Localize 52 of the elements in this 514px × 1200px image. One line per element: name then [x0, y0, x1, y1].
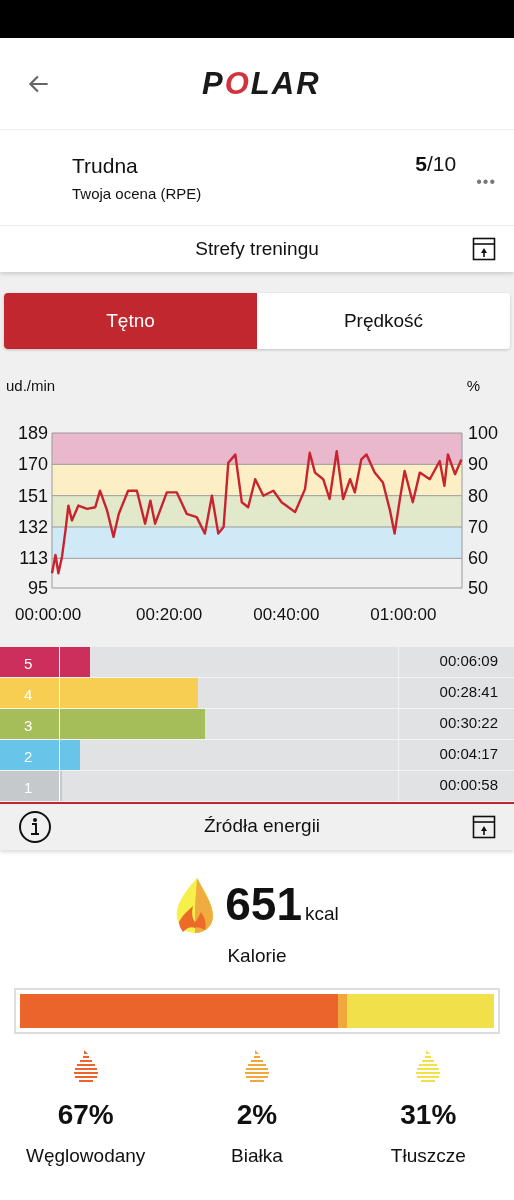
- percent-axis-label: 80: [468, 485, 489, 506]
- y-axis-label: 95: [27, 577, 48, 598]
- x-axis-label: 01:00:00: [370, 604, 437, 624]
- zone-number: 3: [24, 715, 33, 736]
- energy-percent: 31%: [400, 1098, 457, 1132]
- x-axis-label: 00:00:00: [15, 604, 82, 624]
- y-axis-label: 151: [17, 485, 48, 506]
- percent-axis-label: 90: [468, 453, 489, 474]
- rpe-title: Trudna: [72, 152, 139, 179]
- x-axis-label: 00:20:00: [136, 604, 203, 624]
- y-axis-label: 189: [17, 422, 48, 443]
- unit-label: %: [466, 376, 480, 396]
- tab[interactable]: Tętno: [4, 293, 257, 349]
- drop-icon: [245, 1048, 269, 1084]
- zone-number: 2: [24, 746, 33, 767]
- energy-source-label: Białka: [231, 1144, 283, 1168]
- calories-label: Kalorie: [227, 944, 287, 966]
- export-icon[interactable]: [472, 237, 496, 261]
- zone-duration: 00:04:17: [439, 744, 498, 765]
- zone-number: 1: [24, 777, 33, 798]
- calories-unit: kcal: [304, 901, 339, 926]
- y-axis-label: 132: [17, 516, 48, 537]
- x-axis-label: 00:40:00: [253, 604, 320, 624]
- zone-duration: 00:28:41: [439, 682, 498, 703]
- y-axis-label: 113: [19, 547, 48, 568]
- energy-source-label: Węglowodany: [26, 1144, 146, 1168]
- section-title: Źródła energii: [202, 814, 322, 839]
- unit-label: ud./min: [6, 376, 56, 396]
- percent-axis-label: 50: [468, 577, 489, 598]
- y-axis-label: 170: [17, 453, 48, 474]
- energy-source-label: Tłuszcze: [390, 1144, 466, 1168]
- rpe-subtitle: Twoja ocena (RPE): [72, 184, 203, 204]
- percent-axis-label: 60: [468, 547, 489, 568]
- export-icon[interactable]: [472, 814, 496, 839]
- zone-duration: 00:06:09: [439, 651, 498, 672]
- drop-icon: [73, 1048, 98, 1084]
- percent-axis-label: 70: [468, 516, 489, 537]
- drop-icon: [416, 1048, 441, 1084]
- zone-number: 5: [24, 653, 33, 674]
- zone-duration: 00:30:22: [439, 713, 498, 734]
- section-title: Strefy treningu: [194, 236, 320, 261]
- info-icon[interactable]: [18, 809, 52, 844]
- rpe-score: 5/10: [415, 152, 457, 175]
- calories-value: 651: [225, 880, 302, 927]
- percent-axis-label: 100: [468, 422, 499, 443]
- tab[interactable]: Prędkość: [257, 293, 510, 349]
- energy-percent: 67%: [57, 1098, 114, 1132]
- logo: POLAR: [202, 68, 321, 99]
- zone-number: 4: [24, 684, 33, 705]
- more-menu-button[interactable]: •••: [476, 169, 496, 194]
- zone-duration: 00:00:58: [439, 775, 498, 796]
- energy-percent: 2%: [236, 1098, 278, 1132]
